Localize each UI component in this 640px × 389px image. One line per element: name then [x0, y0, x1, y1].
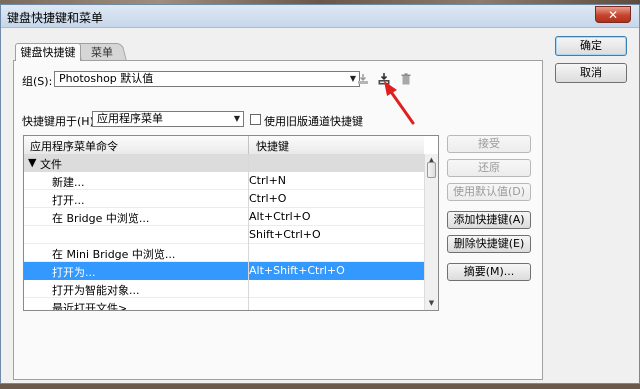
- keyboard-shortcuts-dialog: 键盘快捷键和菜单 ✕ 键盘快捷键 菜单 组(S): Photoshop 默认值 …: [0, 4, 640, 384]
- tab-keyboard-shortcuts[interactable]: 键盘快捷键: [15, 43, 81, 61]
- annotation-arrow-icon: [384, 81, 415, 125]
